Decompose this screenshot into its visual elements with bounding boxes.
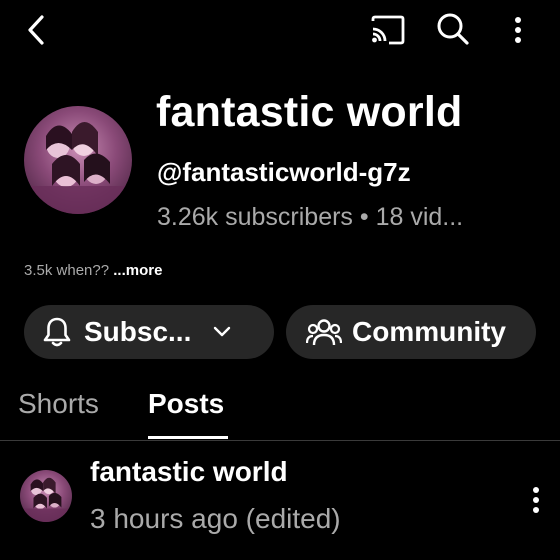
bell-icon — [43, 317, 71, 347]
tab-divider — [0, 440, 560, 441]
people-icon — [306, 319, 342, 346]
channel-avatar[interactable] — [24, 106, 132, 214]
community-button[interactable]: Community — [286, 305, 536, 359]
search-icon — [437, 13, 469, 45]
tab-posts[interactable]: Posts — [148, 388, 224, 420]
more-link[interactable]: ...more — [113, 262, 162, 279]
post-author-name[interactable]: fantastic world — [90, 456, 288, 488]
channel-title: fantastic world — [156, 88, 463, 136]
chevron-left-icon — [28, 15, 44, 45]
post-timestamp: 3 hours ago (edited) — [90, 503, 341, 534]
post-more-button[interactable] — [524, 482, 548, 518]
cast-icon — [371, 15, 405, 45]
post-author-avatar[interactable] — [20, 470, 72, 522]
community-label: Community — [352, 316, 506, 347]
search-button[interactable] — [432, 8, 474, 50]
active-tab-indicator — [148, 436, 228, 439]
subscribe-label: Subsc... — [84, 316, 192, 347]
channel-stats: 3.26k subscribers • 18 vid... — [157, 203, 464, 231]
channel-description[interactable]: 3.5k when?? ...more — [24, 262, 162, 279]
back-button[interactable] — [18, 10, 54, 50]
tab-shorts[interactable]: Shorts — [18, 388, 99, 420]
description-text: 3.5k when?? — [24, 262, 110, 279]
channel-handle: @fantasticworld-g7z — [157, 157, 411, 187]
more-vertical-icon — [515, 17, 521, 43]
more-options-button[interactable] — [504, 10, 532, 50]
more-vertical-icon — [533, 487, 539, 513]
chevron-down-icon — [214, 326, 231, 337]
cast-button[interactable] — [366, 10, 408, 50]
avatar-group-photo — [20, 477, 72, 522]
avatar-group-photo — [24, 122, 132, 214]
subscribe-button[interactable]: Subsc... — [24, 305, 274, 359]
